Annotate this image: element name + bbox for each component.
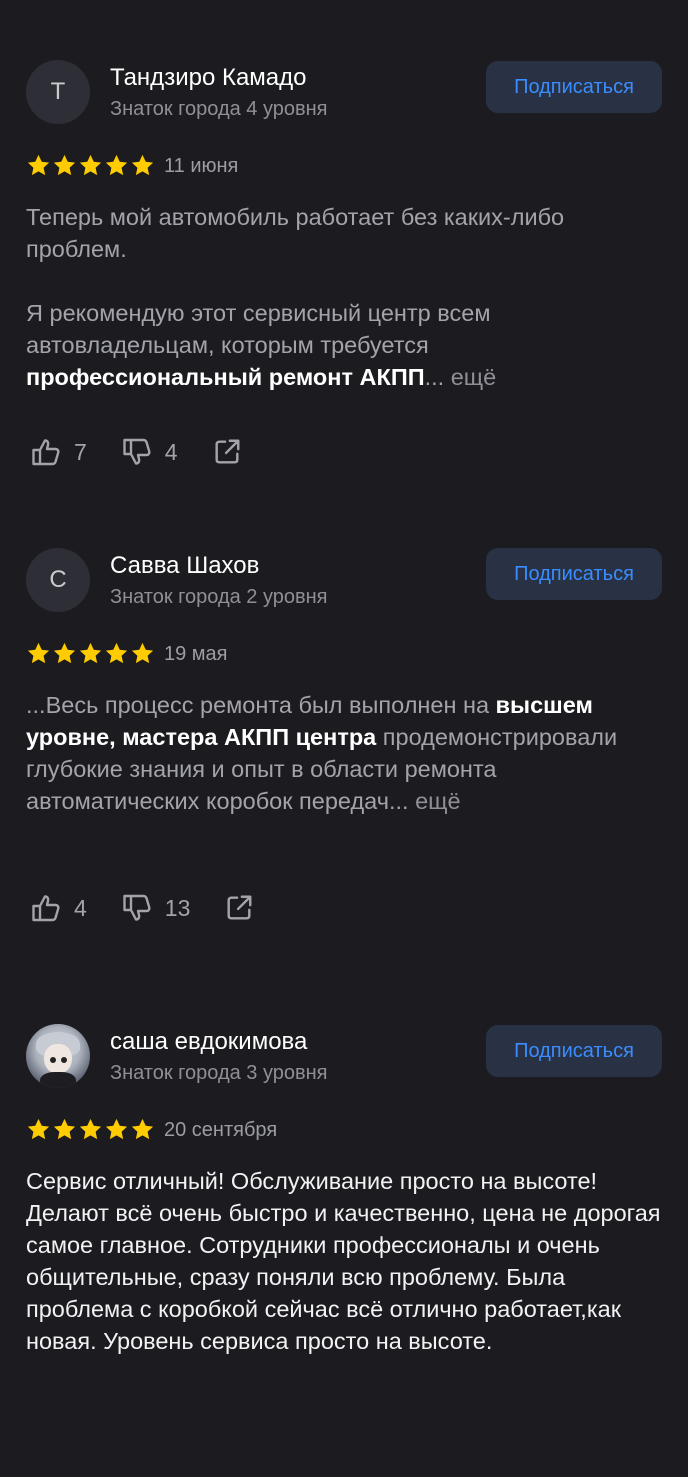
avatar[interactable] [26, 1024, 90, 1088]
star-icon [104, 153, 129, 178]
share-icon [212, 437, 242, 467]
review-text-bold: профессиональный ремонт АКПП [26, 364, 425, 390]
star-icon [78, 153, 103, 178]
like-button[interactable]: 7 [30, 436, 87, 468]
more-link[interactable]: ещё [409, 788, 461, 814]
review-date: 19 мая [164, 643, 228, 665]
review-text: ...Весь процесс ремонта был выполнен на … [26, 689, 666, 817]
star-icon [104, 641, 129, 666]
thumbs-down-icon [121, 892, 153, 924]
like-count: 7 [74, 438, 87, 465]
author-level: Знаток города 2 уровня [110, 586, 328, 608]
star-icon [26, 1117, 51, 1142]
author-name[interactable]: Савва Шахов [110, 552, 259, 580]
rating-stars [26, 153, 155, 178]
review-actions: 4 13 [30, 890, 288, 926]
rating-stars [26, 1117, 155, 1142]
author-name[interactable]: саша евдокимова [110, 1028, 307, 1056]
author-name[interactable]: Тандзиро Камадо [110, 64, 307, 92]
dislike-count: 13 [164, 894, 191, 921]
star-icon [130, 153, 155, 178]
avatar-eye [50, 1057, 56, 1063]
star-icon [78, 1117, 103, 1142]
review-date: 20 сентября [164, 1119, 278, 1141]
review-text: Теперь мой автомобиль работает без каких… [26, 201, 666, 393]
rating-stars [26, 641, 155, 666]
thumbs-up-icon [30, 892, 62, 924]
author-level: Знаток города 3 уровня [110, 1062, 328, 1084]
review-text-part: ...Весь процесс ремонта был выполнен на [26, 692, 496, 718]
star-icon [52, 1117, 77, 1142]
more-link[interactable]: ещё [444, 364, 497, 390]
star-icon [26, 153, 51, 178]
star-icon [130, 641, 155, 666]
thumbs-up-icon [30, 436, 62, 468]
avatar[interactable]: Т [26, 60, 90, 124]
star-icon [26, 641, 51, 666]
subscribe-button[interactable]: Подписаться [486, 61, 662, 113]
star-icon [78, 641, 103, 666]
like-count: 4 [74, 894, 87, 921]
review-text-part: Я рекомендую этот сервисный центр всем а… [26, 300, 491, 358]
dislike-count: 4 [164, 438, 178, 465]
share-button[interactable] [212, 437, 242, 467]
avatar-letter: Т [50, 78, 66, 105]
star-icon [130, 1117, 155, 1142]
subscribe-button[interactable]: Подписаться [486, 1025, 662, 1077]
avatar[interactable]: С [26, 548, 90, 612]
review-text: Сервис отличный! Обслуживание просто на … [26, 1168, 661, 1354]
star-icon [52, 153, 77, 178]
avatar-face [44, 1044, 72, 1074]
subscribe-button[interactable]: Подписаться [486, 548, 662, 600]
review-date: 11 июня [164, 155, 239, 177]
review-text-end: ... [424, 364, 445, 390]
review-actions: 7 4 [30, 434, 276, 470]
share-icon [224, 893, 254, 923]
avatar-eye [61, 1057, 67, 1063]
author-level: Знаток города 4 уровня [110, 98, 328, 120]
star-icon [52, 641, 77, 666]
thumbs-down-icon [121, 436, 153, 468]
dislike-button[interactable]: 4 [121, 436, 178, 468]
share-button[interactable] [224, 893, 254, 923]
avatar-letter: С [49, 566, 67, 593]
star-icon [104, 1117, 129, 1142]
avatar-body [40, 1072, 76, 1088]
review-paragraph: Теперь мой автомобиль работает без каких… [26, 204, 565, 262]
dislike-button[interactable]: 13 [121, 892, 191, 924]
like-button[interactable]: 4 [30, 892, 87, 924]
review-paragraph: Я рекомендую этот сервисный центр всем а… [26, 297, 666, 393]
